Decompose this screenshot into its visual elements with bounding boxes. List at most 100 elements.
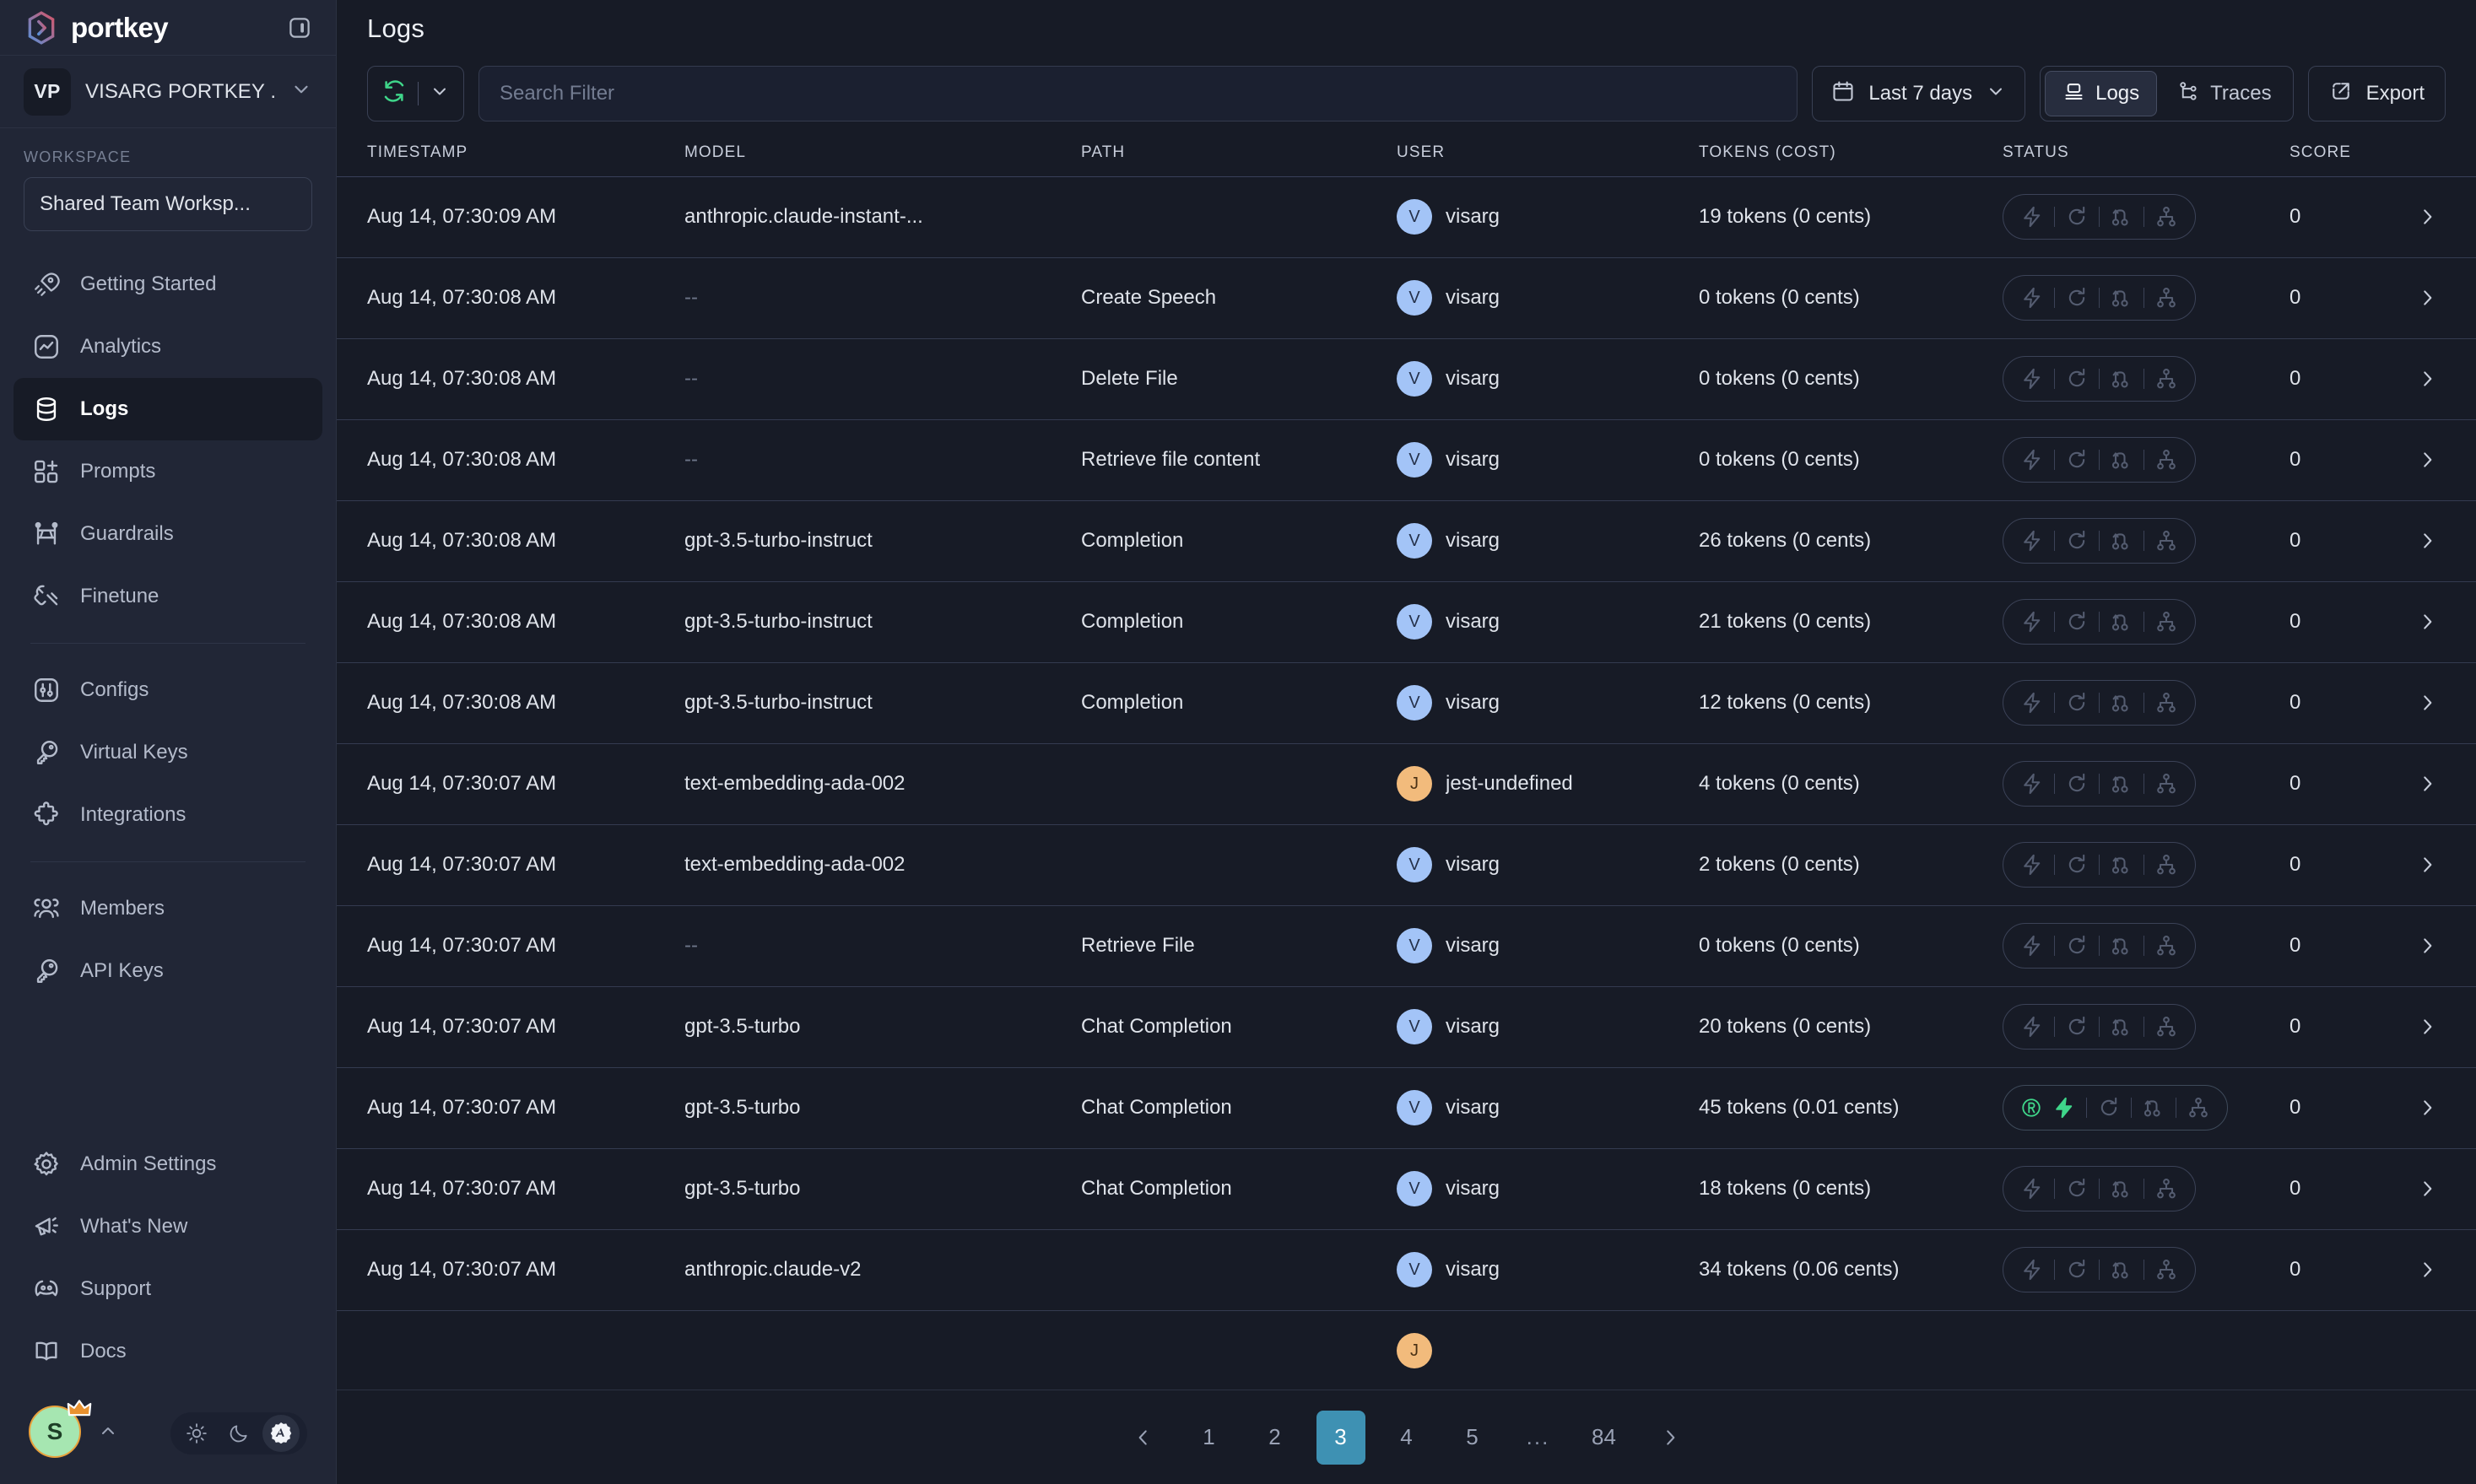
user-name: visarg [1446,448,1500,472]
table-row[interactable]: Aug 14, 07:30:07 AM text-embedding-ada-00… [337,825,2476,906]
sidebar-item-api-keys[interactable]: API Keys [14,940,322,1002]
sidebar-item-configs[interactable]: Configs [14,659,322,721]
avatar: J [1397,766,1432,802]
row-expand-button[interactable] [2416,854,2450,876]
cell-path: Retrieve file content [1081,448,1261,472]
row-expand-button[interactable] [2416,530,2450,552]
panel-collapse-icon[interactable] [285,13,314,42]
table-row[interactable]: Aug 14, 07:30:08 AM -- Delete File Vvisarg 0… [337,339,2476,420]
row-expand-button[interactable] [2416,368,2450,390]
table-row[interactable]: Aug 14, 07:30:08 AM gpt-3.5-turbo-instruc… [337,582,2476,663]
sidebar-item-integrations[interactable]: Integrations [14,784,322,846]
sidebar-item-guardrails[interactable]: Guardrails [14,503,322,565]
cache-hit-icon [2020,1097,2042,1119]
cell-status [2003,680,2289,726]
auto-badge-icon[interactable] [262,1415,300,1452]
discord-icon [30,1274,62,1305]
nav-divider [30,643,305,644]
table-row[interactable]: Aug 14, 07:30:08 AM gpt-3.5-turbo-instruc… [337,663,2476,744]
table-row[interactable]: Aug 14, 07:30:07 AM gpt-3.5-turbo Chat Com… [337,1068,2476,1149]
column-header-timestamp: TIMESTAMP [367,143,468,162]
cell-tokens: 26 tokens (0 cents) [1699,529,1872,553]
sidebar-item-docs[interactable]: Docs [14,1320,322,1383]
pagination-page[interactable]: 2 [1251,1411,1300,1465]
row-expand-button[interactable] [2416,287,2450,309]
table-row[interactable]: Aug 14, 07:30:07 AM gpt-3.5-turbo Chat Com… [337,987,2476,1068]
table-row[interactable]: Aug 14, 07:30:08 AM -- Retrieve file conte… [337,420,2476,501]
lightning-icon [2020,367,2044,391]
pagination-page[interactable]: 3 [1316,1410,1365,1465]
pagination-prev[interactable] [1119,1411,1168,1465]
toolbar: Last 7 days Logs [337,57,2476,130]
table-row[interactable]: Aug 14, 07:30:08 AM -- Create Speech Vvisar… [337,258,2476,339]
user-name: visarg [1446,610,1500,634]
pagination-page[interactable]: 5 [1448,1411,1497,1465]
lightning-icon [2020,934,2044,958]
pagination-page[interactable]: 1 [1185,1411,1234,1465]
moon-icon[interactable] [220,1415,257,1452]
tab-traces[interactable]: Traces [2160,71,2288,116]
row-expand-button[interactable] [2416,1016,2450,1038]
chevron-up-icon[interactable] [98,1422,118,1446]
search-filter[interactable] [478,65,1798,121]
table-row[interactable]: J [337,1311,2476,1390]
sidebar-item-members[interactable]: Members [14,877,322,940]
pagination-page[interactable]: 84 [1580,1411,1629,1465]
pagination-ellipsis: ... [1526,1424,1550,1449]
cell-user: J [1397,1333,1699,1369]
row-expand-button[interactable] [2416,1178,2450,1200]
row-expand-button[interactable] [2416,1259,2450,1281]
row-expand-button[interactable] [2416,611,2450,633]
row-expand-button[interactable] [2416,935,2450,957]
sidebar-item-getting-started[interactable]: Getting Started [14,253,322,316]
tab-logs[interactable]: Logs [2045,70,2158,116]
cell-timestamp: Aug 14, 07:30:08 AM [367,529,557,553]
sidebar-item-analytics[interactable]: Analytics [14,316,322,378]
table-row[interactable]: Aug 14, 07:30:07 AM gpt-3.5-turbo Chat Com… [337,1149,2476,1230]
date-range-filter[interactable]: Last 7 days [1812,65,2026,121]
row-expand-button[interactable] [2416,692,2450,714]
table-row[interactable]: Aug 14, 07:30:07 AM anthropic.claude-v2 Vv… [337,1230,2476,1311]
chevron-down-icon [1986,81,2006,105]
cell-score: 0 [2289,610,2301,634]
sidebar-item-label: Integrations [80,803,187,826]
column-header-score: SCORE [2289,143,2352,162]
sidebar-item-finetune[interactable]: Finetune [14,565,322,628]
sidebar-item-admin-settings[interactable]: Admin Settings [14,1133,322,1195]
sun-icon[interactable] [178,1415,215,1452]
cell-status [2003,842,2289,888]
cell-path: Chat Completion [1081,1096,1232,1120]
row-expand-button[interactable] [2416,449,2450,471]
table-row[interactable]: Aug 14, 07:30:09 AM anthropic.claude-inst… [337,177,2476,258]
workspace-select[interactable]: Shared Team Worksp... [24,177,312,231]
sidebar-item-prompts[interactable]: Prompts [14,440,322,503]
pagination-next[interactable] [1646,1411,1695,1465]
export-button[interactable]: Export [2307,65,2446,121]
org-switcher[interactable]: VP VISARG PORTKEY ... [0,56,336,128]
user-menu[interactable]: S [29,1400,92,1461]
cell-status [2003,1166,2289,1212]
sidebar-item-support[interactable]: Support [14,1258,322,1320]
portkey-logo-icon [24,10,59,46]
sidebar-item-label: Analytics [80,335,162,358]
chevron-down-icon[interactable] [430,81,450,105]
pagination-page[interactable]: 4 [1382,1411,1431,1465]
sidebar-item-virtual-keys[interactable]: Virtual Keys [14,721,322,784]
search-input[interactable] [500,81,1777,105]
user-name: visarg [1446,1096,1500,1120]
refresh-icon [381,78,407,108]
book-icon [30,1336,62,1368]
row-expand-button[interactable] [2416,1097,2450,1119]
table-row[interactable]: Aug 14, 07:30:07 AM -- Retrieve File Vvisar… [337,906,2476,987]
row-expand-button[interactable] [2416,206,2450,228]
table-row[interactable]: Aug 14, 07:30:08 AM gpt-3.5-turbo-instruc… [337,501,2476,582]
cell-tokens: 0 tokens (0 cents) [1699,934,1860,958]
refresh-button[interactable] [367,65,464,121]
row-expand-button[interactable] [2416,773,2450,795]
loadbalance-icon [2154,934,2178,958]
cell-user: Vvisarg [1397,685,1699,721]
sidebar-item-whats-new[interactable]: What's New [14,1195,322,1258]
table-row[interactable]: Aug 14, 07:30:07 AM text-embedding-ada-00… [337,744,2476,825]
cell-score: 0 [2289,934,2301,958]
sidebar-item-logs[interactable]: Logs [14,378,322,440]
